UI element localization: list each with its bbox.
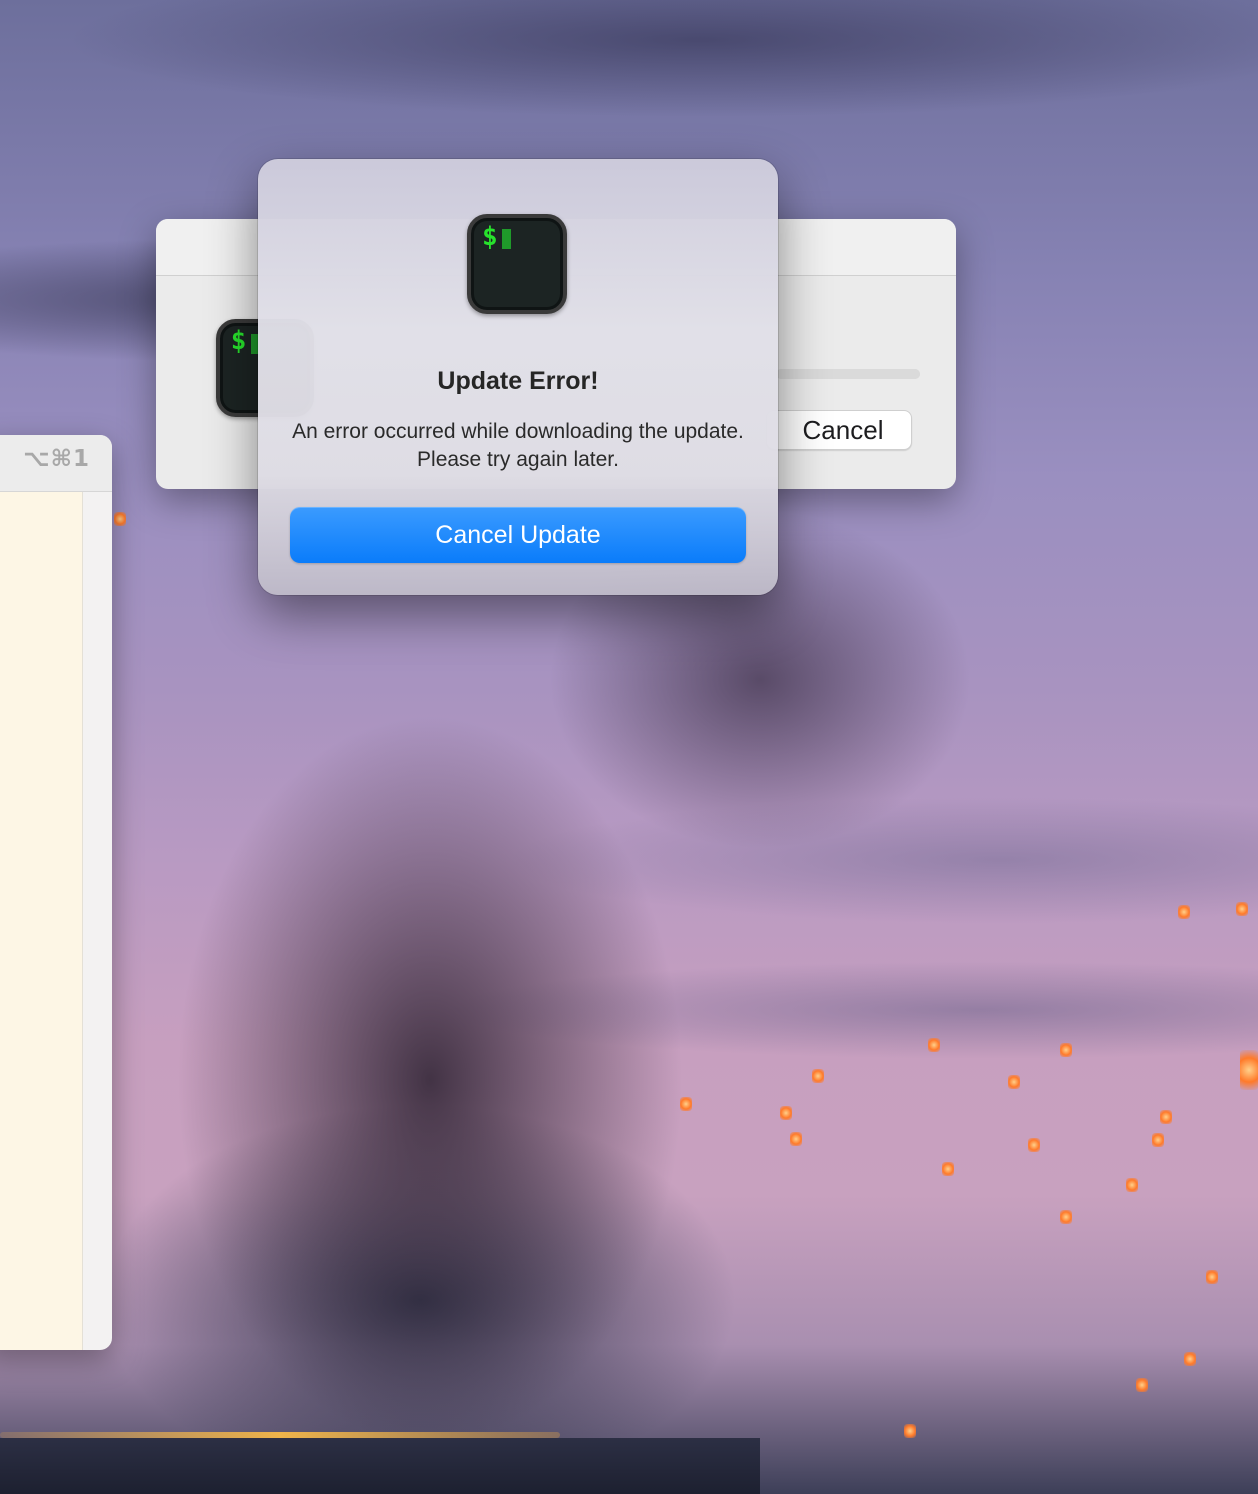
terminal-prompt-glyph: $ [482, 221, 498, 252]
terminal-prompt-glyph: $ [230, 326, 247, 357]
wallpaper-lantern [1060, 1210, 1072, 1224]
background-window-left[interactable]: ⌥⌘1 [0, 435, 112, 1350]
update-error-alert: $ Update Error! An error occurred while … [258, 159, 778, 595]
terminal-icon: $ [467, 214, 567, 314]
download-progress-bar [776, 369, 920, 379]
wallpaper-lantern [1160, 1110, 1172, 1124]
wallpaper-lantern [790, 1132, 802, 1146]
wallpaper-lantern [1240, 1050, 1258, 1090]
wallpaper-lantern [1152, 1133, 1164, 1147]
wallpaper-lantern [1178, 905, 1190, 919]
wallpaper-lantern [680, 1097, 692, 1111]
terminal-cursor [502, 229, 512, 250]
wallpaper-lantern [1184, 1352, 1196, 1366]
wallpaper-lantern [780, 1106, 792, 1120]
wallpaper-lantern [1136, 1378, 1148, 1392]
terminal-app-icon: $ [467, 214, 567, 314]
cancel-update-button[interactable]: Cancel Update [290, 507, 746, 563]
wallpaper-lantern [942, 1162, 954, 1176]
wallpaper-lantern [1060, 1043, 1072, 1057]
wallpaper-lantern [114, 512, 126, 526]
wallpaper-lantern [1008, 1075, 1020, 1089]
left-window-content [0, 492, 83, 1350]
wallpaper-lantern [928, 1038, 940, 1052]
wallpaper-lantern [1126, 1178, 1138, 1192]
keyboard-shortcut-label: ⌥⌘1 [23, 446, 90, 472]
download-progress-fill [776, 369, 920, 379]
left-window-titlebar[interactable]: ⌥⌘1 [0, 435, 112, 492]
alert-message: An error occurred while downloading the … [292, 420, 744, 471]
wallpaper-lantern [1028, 1138, 1040, 1152]
wallpaper-ledge [0, 1438, 760, 1494]
wallpaper-lantern [904, 1424, 916, 1438]
wallpaper-lantern [1206, 1270, 1218, 1284]
wallpaper-lantern [812, 1069, 824, 1083]
alert-title: Update Error! [437, 367, 599, 395]
wallpaper-lantern [1236, 902, 1248, 916]
cancel-button[interactable]: Cancel [766, 410, 912, 450]
